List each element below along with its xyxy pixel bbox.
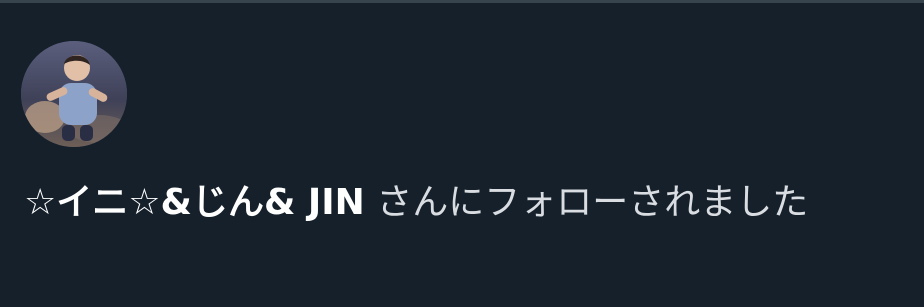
follow-notification[interactable]: ☆イニ☆&じん& JIN さんにフォローされました xyxy=(0,3,924,307)
avatar-photo xyxy=(21,41,127,147)
follow-action-text: さんにフォローされました xyxy=(364,182,809,223)
avatar[interactable] xyxy=(21,41,127,147)
user-name-link[interactable]: ☆イニ☆&じん& JIN xyxy=(24,182,365,223)
notification-text: ☆イニ☆&じん& JIN さんにフォローされました xyxy=(24,171,914,235)
